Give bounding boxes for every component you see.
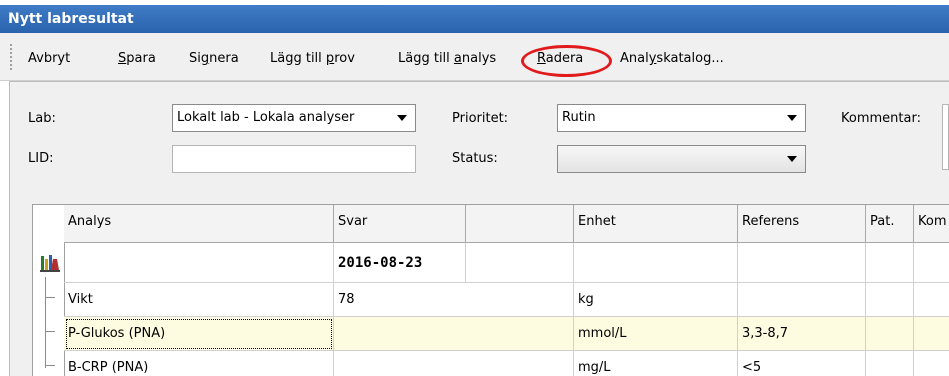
- col-header-svar[interactable]: Svar: [334, 205, 466, 243]
- col-header-pat[interactable]: Pat.: [866, 205, 914, 243]
- cell-kom[interactable]: [914, 317, 949, 351]
- add-sample-button[interactable]: Lägg till prov: [270, 51, 355, 66]
- cell-analys[interactable]: B-CRP (PNA): [64, 351, 334, 376]
- cell-pat[interactable]: [866, 317, 914, 351]
- grid-header: Analys Svar Enhet Referens Pat. Kom: [33, 205, 949, 243]
- results-grid: Analys Svar Enhet Referens Pat. Kom 2016…: [32, 204, 949, 376]
- cell-blank[interactable]: [466, 243, 574, 283]
- cell-referens[interactable]: [738, 283, 866, 317]
- save-button[interactable]: Spara: [118, 51, 156, 66]
- lid-input[interactable]: [172, 145, 416, 173]
- table-row[interactable]: 2016-08-23: [33, 243, 949, 283]
- chevron-down-icon: [787, 115, 797, 121]
- priority-select[interactable]: Rutin: [557, 104, 806, 132]
- chevron-down-icon: [787, 156, 797, 162]
- cell-kom[interactable]: [914, 243, 949, 283]
- toolbar: Avbryt Spara Signera Lägg till prov Lägg…: [0, 33, 949, 81]
- cell-pat[interactable]: [866, 283, 914, 317]
- sign-button[interactable]: Signera: [189, 51, 239, 66]
- cell-kom[interactable]: [914, 351, 949, 376]
- col-header-kom[interactable]: Kom: [914, 205, 949, 243]
- add-analysis-button[interactable]: Lägg till analys: [398, 51, 496, 66]
- cell-pat[interactable]: [866, 351, 914, 376]
- cell-enhet[interactable]: mmol/L: [574, 317, 738, 351]
- priority-select-value: Rutin: [562, 110, 596, 125]
- cell-referens[interactable]: [738, 243, 866, 283]
- cell-analys[interactable]: Vikt: [64, 283, 334, 317]
- status-select[interactable]: [557, 145, 806, 173]
- comment-input[interactable]: [942, 104, 949, 170]
- priority-label: Prioritet:: [452, 111, 509, 126]
- table-row[interactable]: B-CRP (PNA) mg/L <5: [33, 351, 949, 376]
- delete-button[interactable]: Radera: [537, 51, 583, 66]
- cell-analys[interactable]: P-Glukos (PNA): [64, 317, 334, 351]
- cell-date[interactable]: 2016-08-23: [334, 243, 466, 283]
- window-title: Nytt labresultat: [0, 5, 949, 33]
- analysis-catalog-button[interactable]: Analyskatalog...: [620, 51, 724, 66]
- col-header-referens[interactable]: Referens: [738, 205, 866, 243]
- cell-svar[interactable]: [334, 317, 574, 351]
- cell-enhet[interactable]: mg/L: [574, 351, 738, 376]
- lid-label: LID:: [28, 151, 54, 166]
- col-header-analys[interactable]: Analys: [64, 205, 334, 243]
- cancel-button[interactable]: Avbryt: [28, 51, 70, 66]
- status-label: Status:: [452, 151, 498, 166]
- toolbar-grip[interactable]: [9, 43, 13, 71]
- table-row-selected[interactable]: P-Glukos (PNA) mmol/L 3,3-8,7: [33, 317, 949, 351]
- cell-pat[interactable]: [866, 243, 914, 283]
- comment-label: Kommentar:: [841, 111, 921, 126]
- table-row[interactable]: Vikt 78 kg: [33, 283, 949, 317]
- cell-referens[interactable]: 3,3-8,7: [738, 317, 866, 351]
- cell-enhet[interactable]: [574, 243, 738, 283]
- col-header-enhet[interactable]: Enhet: [574, 205, 738, 243]
- chevron-down-icon: [397, 115, 407, 121]
- cell-analys[interactable]: [64, 243, 334, 283]
- lab-label: Lab:: [28, 111, 56, 126]
- cell-svar[interactable]: [334, 351, 574, 376]
- col-header-blank[interactable]: [466, 205, 574, 243]
- cell-referens[interactable]: <5: [738, 351, 866, 376]
- cell-svar[interactable]: 78: [334, 283, 574, 317]
- cell-enhet[interactable]: kg: [574, 283, 738, 317]
- lab-select[interactable]: Lokalt lab - Lokala analyser: [172, 104, 416, 132]
- lab-select-value: Lokalt lab - Lokala analyser: [177, 110, 355, 125]
- cell-kom[interactable]: [914, 283, 949, 317]
